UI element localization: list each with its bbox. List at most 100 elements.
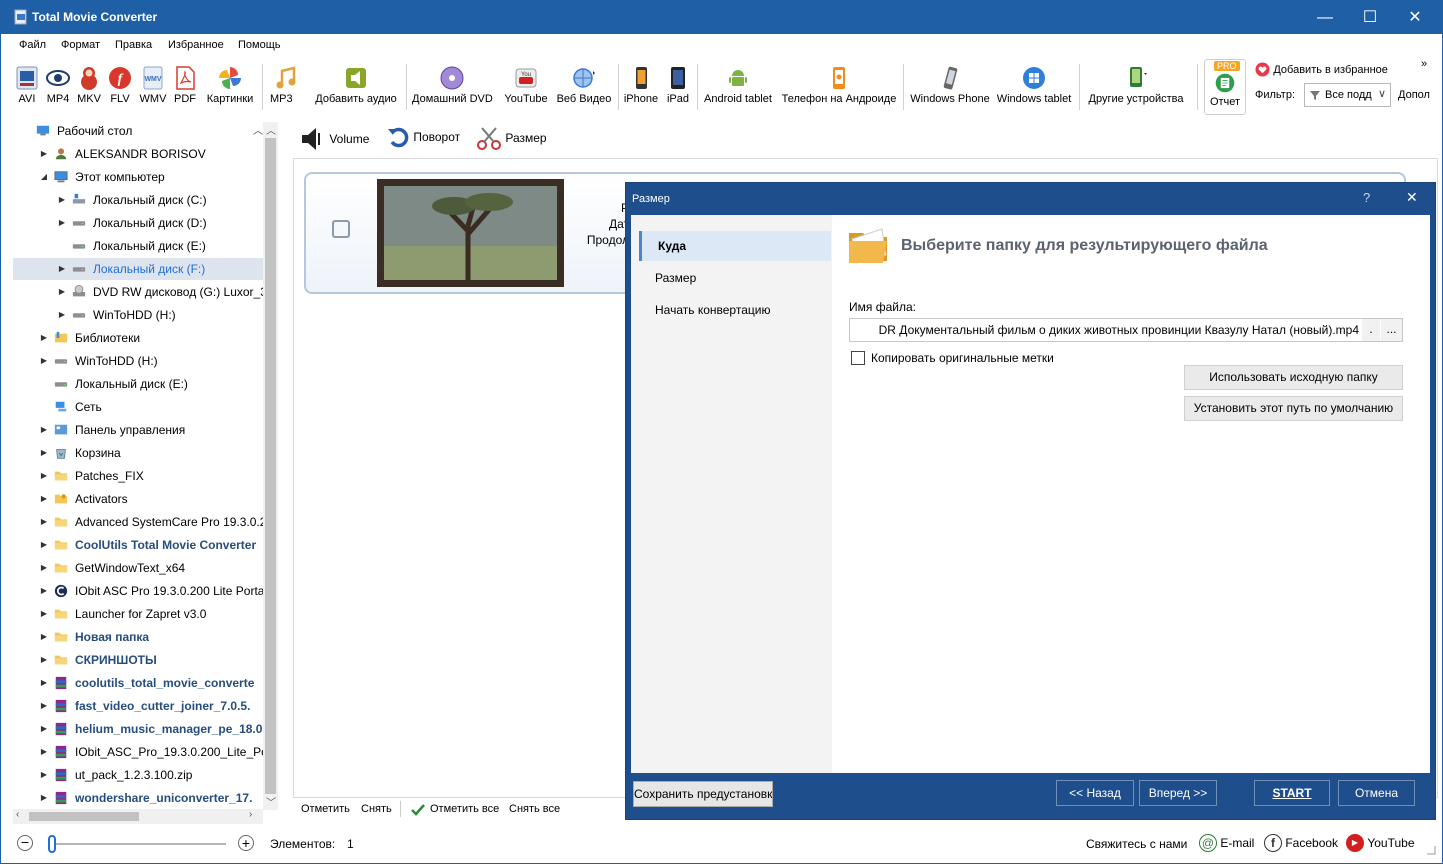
tree-item[interactable]: ▶ IObit_ASC_Pro_19.3.0.200_Lite_Por	[13, 741, 263, 763]
tree-item[interactable]: ▶ Activators	[13, 488, 263, 510]
uncheck-all-link[interactable]: Снять все	[509, 803, 560, 815]
expand-arrow-icon[interactable]: ▶	[39, 603, 49, 625]
tree-item[interactable]: Сеть	[13, 396, 263, 418]
tree-item[interactable]: Рабочий стол	[13, 120, 263, 142]
expand-arrow-icon[interactable]: ▶	[39, 327, 49, 349]
format-avi-button[interactable]: AVI	[14, 60, 40, 114]
scroll-down-icon[interactable]: ﹀	[266, 794, 276, 809]
menu-edit[interactable]: Правка	[115, 39, 152, 51]
use-source-folder-button[interactable]: Использовать исходную папку	[1184, 365, 1403, 390]
expand-arrow-icon[interactable]: ▶	[39, 718, 49, 740]
device-youtube-button[interactable]: You YouTube	[502, 60, 550, 114]
facebook-link[interactable]: f Facebook	[1264, 834, 1338, 852]
back-button[interactable]: << Назад	[1056, 780, 1134, 806]
start-button[interactable]: START	[1254, 780, 1330, 806]
scroll-thumb[interactable]	[265, 138, 276, 794]
tree-item[interactable]: ▶ Launcher for Zapret v3.0	[13, 603, 263, 625]
tree-horizontal-scrollbar[interactable]: ‹ ›	[13, 809, 263, 824]
maximize-button[interactable]: ☐	[1347, 1, 1393, 34]
add-audio-button[interactable]: Добавить аудио	[312, 60, 400, 114]
expand-arrow-icon[interactable]: ▶	[39, 465, 49, 487]
scroll-left-icon[interactable]: ‹	[16, 809, 19, 820]
nav-start-conversion[interactable]: Начать конвертацию	[639, 295, 831, 325]
more-icon[interactable]: »	[1421, 58, 1427, 70]
menu-format[interactable]: Формат	[61, 39, 100, 51]
tree-item[interactable]: ▶ Панель управления	[13, 419, 263, 441]
rotate-button[interactable]: Поворот	[386, 125, 460, 153]
menu-file[interactable]: Файл	[19, 39, 46, 51]
scroll-right-icon[interactable]: ›	[249, 809, 252, 820]
expand-arrow-icon[interactable]: ▶	[39, 534, 49, 556]
tree-item[interactable]: ◢ Этот компьютер	[13, 166, 263, 188]
device-web-video-button[interactable]: Веб Видео	[556, 60, 612, 114]
filter-more-label[interactable]: Допол	[1398, 89, 1436, 101]
add-favorite-button[interactable]: Добавить в избранное	[1255, 62, 1388, 78]
minimize-button[interactable]: —	[1302, 1, 1348, 34]
cancel-button[interactable]: Отмена	[1338, 780, 1415, 806]
expand-arrow-icon[interactable]: ▶	[39, 143, 49, 165]
device-other-button[interactable]: Другие устройства	[1086, 60, 1186, 114]
tree-item[interactable]: Локальный диск (E:)	[13, 373, 263, 395]
expand-arrow-icon[interactable]: ▶	[39, 741, 49, 763]
uncheck-link[interactable]: Снять	[361, 803, 392, 815]
tree-item[interactable]: ▶ fast_video_cutter_joiner_7.0.5.	[13, 695, 263, 717]
expand-arrow-icon[interactable]: ▶	[39, 419, 49, 441]
tree-item[interactable]: ▶ coolutils_total_movie_converte	[13, 672, 263, 694]
expand-arrow-icon[interactable]: ▶	[39, 442, 49, 464]
browse-button[interactable]: ...	[1381, 319, 1402, 341]
zoom-out-icon[interactable]: −	[17, 835, 33, 851]
copy-tags-checkbox[interactable]	[851, 351, 865, 365]
format-images-button[interactable]: Картинки	[204, 60, 256, 114]
save-preset-button[interactable]: Сохранить предустановк	[633, 781, 773, 807]
device-android-phone-button[interactable]: Телефон на Андроиде	[780, 60, 898, 114]
tree-item[interactable]: ▶ ut_pack_1.2.3.100.zip	[13, 764, 263, 786]
expand-arrow-icon[interactable]: ▶	[57, 281, 67, 303]
size-button[interactable]: Размер	[476, 125, 547, 153]
format-pdf-button[interactable]: PDF	[172, 60, 198, 114]
format-wmv-button[interactable]: WMV WMV	[138, 60, 168, 114]
audio-mp3-button[interactable]: MP3	[268, 60, 304, 114]
youtube-link[interactable]: ▶ YouTube	[1346, 834, 1415, 852]
expand-arrow-icon[interactable]: ▶	[57, 212, 67, 234]
tree-item[interactable]: ▶ Новая папка	[13, 626, 263, 648]
expand-arrow-icon[interactable]: ▶	[39, 626, 49, 648]
tree-vertical-scrollbar[interactable]: ︿ ﹀	[263, 122, 278, 810]
tree-item[interactable]: ▶ wondershare_uniconverter_17.	[13, 787, 263, 809]
expand-arrow-icon[interactable]: ▶	[39, 672, 49, 694]
filename-field[interactable]: DR Документальный фильм о диких животных…	[849, 318, 1403, 342]
resize-grip-icon[interactable]	[1426, 845, 1436, 855]
dialog-close-button[interactable]: ✕	[1406, 189, 1418, 206]
device-windows-tablet-button[interactable]: Windows tablet	[996, 60, 1072, 114]
expand-arrow-icon[interactable]: ▶	[57, 304, 67, 326]
format-flv-button[interactable]: f FLV	[107, 60, 133, 114]
expand-arrow-icon[interactable]: ▶	[39, 488, 49, 510]
scroll-up-icon[interactable]: ︿	[266, 122, 276, 137]
tree-item[interactable]: ▶ Библиотеки	[13, 327, 263, 349]
filename-dot-button[interactable]: .	[1362, 319, 1380, 341]
check-all-link[interactable]: Отметить все	[430, 803, 499, 815]
collapse-tree-icon[interactable]: ︿	[253, 122, 263, 137]
tree-item[interactable]: ▶ IObit ASC Pro 19.3.0.200 Lite Portab	[13, 580, 263, 602]
expand-arrow-icon[interactable]: ▶	[39, 764, 49, 786]
report-button[interactable]: PRO Отчет	[1204, 59, 1246, 115]
next-button[interactable]: Вперед >>	[1139, 780, 1217, 806]
expand-arrow-icon[interactable]: ▶	[39, 580, 49, 602]
menu-help[interactable]: Помощь	[238, 39, 281, 51]
tree-item[interactable]: ▶ WinToHDD (H:)	[13, 350, 263, 372]
nav-destination[interactable]: Куда	[639, 231, 831, 261]
tree-item[interactable]: ▶ helium_music_manager_pe_18.0	[13, 718, 263, 740]
tree-item[interactable]: ▶ Локальный диск (C:)	[13, 189, 263, 211]
expand-arrow-icon[interactable]: ▶	[57, 189, 67, 211]
menu-favorites[interactable]: Избранное	[168, 39, 224, 51]
device-windows-phone-button[interactable]: Windows Phone	[909, 60, 991, 114]
device-android-tablet-button[interactable]: Android tablet	[702, 60, 774, 114]
zoom-in-icon[interactable]: +	[238, 835, 254, 851]
tree-item[interactable]: ▶ GetWindowText_x64	[13, 557, 263, 579]
filter-select[interactable]: Все подд ∨	[1304, 83, 1391, 107]
tree-item[interactable]: ▶ WinToHDD (H:)	[13, 304, 263, 326]
device-ipad-button[interactable]: iPad	[664, 60, 692, 114]
format-mp4-button[interactable]: MP4	[45, 60, 71, 114]
tree-item[interactable]: ▶ Advanced SystemCare Pro 19.3.0.20	[13, 511, 263, 533]
tree-item[interactable]: ▶ ALEKSANDR BORISOV	[13, 143, 263, 165]
scroll-thumb[interactable]	[29, 812, 139, 821]
